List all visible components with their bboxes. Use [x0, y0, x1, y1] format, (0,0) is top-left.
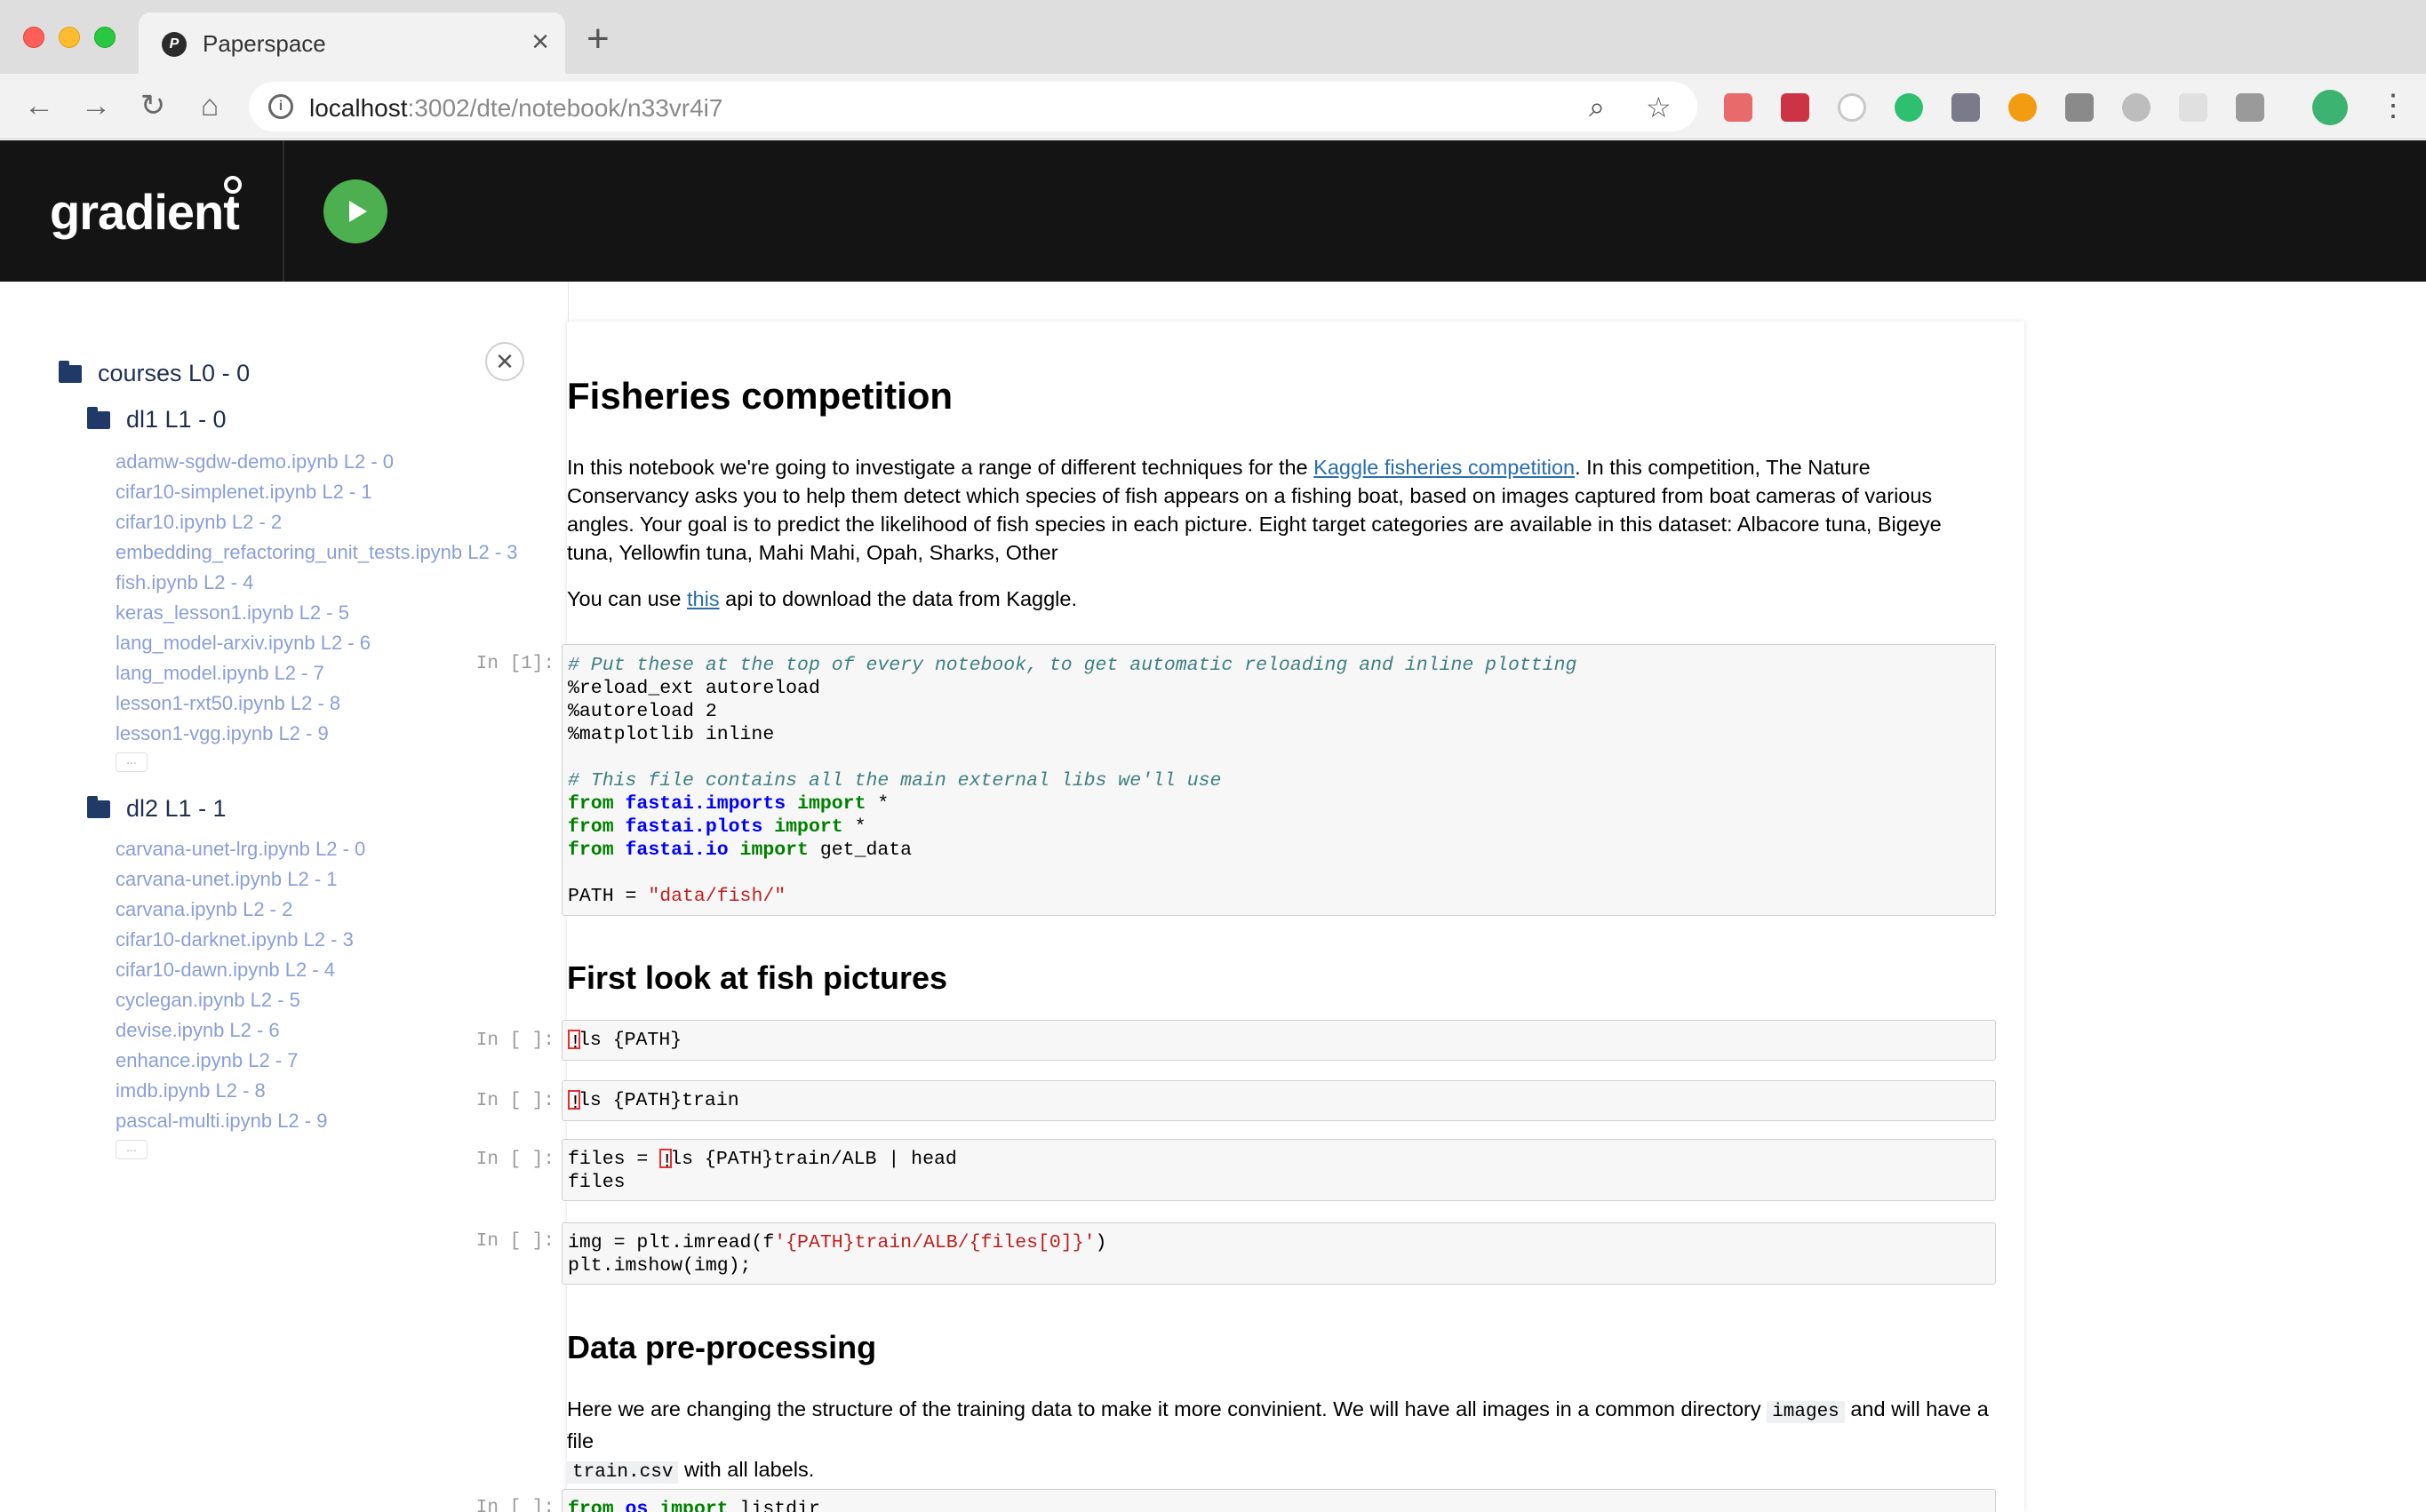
code-cell[interactable]: from os import listdir	[562, 1489, 1996, 1512]
prep-paragraph: Here we are changing the structure of th…	[567, 1397, 1989, 1484]
play-icon	[349, 201, 367, 222]
browser-menu-icon[interactable]: ⋮	[2378, 86, 2408, 125]
folder-dl1[interactable]: dl1 L1 - 0	[87, 406, 227, 434]
cell-prompt: In [ ]:	[475, 1231, 555, 1252]
bookmark-star-icon[interactable]: ☆	[1646, 91, 1672, 124]
site-info-icon[interactable]: i	[268, 94, 293, 119]
app-header: gradient	[0, 140, 2426, 282]
tab-close-icon[interactable]: ×	[531, 27, 549, 57]
file-item[interactable]: cifar10-dawn.ipynb L2 - 4	[116, 955, 365, 985]
extension-icon[interactable]	[1895, 93, 1923, 122]
zoom-icon[interactable]: ⌕	[1589, 91, 1605, 124]
folder-dl2[interactable]: dl2 L1 - 1	[87, 795, 227, 823]
code-cell[interactable]: !ls {PATH}	[562, 1020, 1996, 1061]
file-item[interactable]: imdb.ipynb L2 - 8	[116, 1076, 365, 1106]
extension-icon[interactable]	[1781, 93, 1809, 122]
address-bar[interactable]: i localhost:3002/dte/notebook/n33vr4i7 ⌕…	[249, 82, 1697, 131]
inline-code: train.csv	[567, 1461, 679, 1484]
reload-icon[interactable]: ↻	[133, 86, 172, 125]
profile-avatar[interactable]	[2312, 90, 2348, 125]
folder-label: dl1 L1 - 0	[126, 406, 227, 433]
inline-code: images	[1767, 1401, 1845, 1423]
url-text[interactable]: localhost:3002/dte/notebook/n33vr4i7	[309, 94, 722, 123]
file-item[interactable]: cyclegan.ipynb L2 - 5	[116, 985, 365, 1015]
file-item[interactable]: carvana.ipynb L2 - 2	[116, 895, 365, 925]
close-sidebar-icon[interactable]: ✕	[485, 342, 524, 381]
extension-icon[interactable]	[1951, 93, 1980, 122]
show-more-button[interactable]: ...	[116, 1140, 148, 1159]
file-item[interactable]: cifar10-darknet.ipynb L2 - 3	[116, 925, 365, 955]
code-cell[interactable]: files = !ls {PATH}train/ALB | head files	[562, 1139, 1996, 1201]
extension-icon[interactable]	[2065, 93, 2094, 122]
intro-paragraph: In this notebook we're going to investig…	[567, 456, 1942, 564]
file-item[interactable]: fish.ipynb L2 - 4	[116, 568, 518, 598]
folder-icon	[87, 406, 110, 429]
cell-prompt: In [ ]:	[475, 1091, 555, 1111]
kaggle-link[interactable]: Kaggle fisheries competition	[1313, 456, 1575, 479]
code-cell[interactable]: !ls {PATH}train	[562, 1080, 1996, 1121]
cell-prompt: In [ ]:	[475, 1498, 555, 1512]
api-link[interactable]: this	[687, 587, 720, 610]
run-button[interactable]	[323, 179, 387, 243]
file-item[interactable]: devise.ipynb L2 - 6	[116, 1015, 365, 1046]
show-more-button[interactable]: ...	[116, 752, 148, 772]
section-heading: Data pre-processing	[567, 1329, 877, 1365]
cell-prompt: In [ ]:	[475, 1150, 555, 1170]
folder-label: dl2 L1 - 1	[126, 795, 227, 822]
extension-icon[interactable]	[1838, 93, 1866, 122]
forward-icon[interactable]: →	[76, 86, 116, 125]
window-minimize-button[interactable]	[59, 27, 80, 48]
code-cell[interactable]: # Put these at the top of every notebook…	[562, 644, 1996, 916]
code-cell[interactable]: img = plt.imread(f'{PATH}train/ALB/{file…	[562, 1222, 1996, 1285]
cell-prompt: In [1]:	[475, 654, 555, 674]
dl2-file-list: carvana-unet-lrg.ipynb L2 - 0 carvana-un…	[116, 834, 365, 1159]
gradient-logo[interactable]: gradient	[50, 183, 240, 241]
folder-icon	[59, 360, 82, 383]
header-divider	[283, 140, 284, 282]
file-item[interactable]: enhance.ipynb L2 - 7	[116, 1046, 365, 1076]
file-item[interactable]: carvana-unet.ipynb L2 - 1	[116, 864, 365, 895]
extension-icon[interactable]	[2122, 93, 2151, 122]
browser-toolbar: ← → ↻ ⌂ i localhost:3002/dte/notebook/n3…	[0, 74, 2426, 139]
window-maximize-button[interactable]	[94, 27, 116, 48]
folder-courses[interactable]: courses L0 - 0	[59, 360, 250, 387]
browser-tabstrip: P Paperspace × +	[0, 0, 2426, 74]
window-close-button[interactable]	[23, 27, 44, 48]
api-paragraph: You can use this api to download the dat…	[567, 587, 1077, 610]
browser-tab[interactable]: P Paperspace ×	[139, 12, 565, 74]
back-icon[interactable]: ←	[20, 86, 59, 125]
extension-icon[interactable]	[2236, 93, 2264, 122]
new-tab-icon[interactable]: +	[587, 20, 610, 59]
paperspace-favicon-icon: P	[162, 32, 187, 57]
extension-icon[interactable]	[2179, 93, 2207, 122]
folder-label: courses L0 - 0	[98, 360, 251, 386]
notebook-title: Fisheries competition	[567, 375, 954, 417]
section-heading: First look at fish pictures	[567, 959, 948, 996]
folder-icon	[87, 795, 110, 818]
file-item[interactable]: pascal-multi.ipynb L2 - 9	[116, 1106, 365, 1136]
file-item[interactable]: keras_lesson1.ipynb L2 - 5	[116, 598, 518, 628]
tab-title: Paperspace	[203, 30, 326, 57]
dl1-file-list: adamw-sgdw-demo.ipynb L2 - 0 cifar10-sim…	[116, 447, 518, 772]
file-item[interactable]: lesson1-rxt50.ipynb L2 - 8	[116, 688, 518, 719]
file-item[interactable]: cifar10-simplenet.ipynb L2 - 1	[116, 477, 518, 507]
home-icon[interactable]: ⌂	[190, 86, 229, 125]
logo-dot-icon	[224, 176, 242, 194]
file-item[interactable]: lang_model.ipynb L2 - 7	[116, 658, 518, 688]
file-item[interactable]: cifar10.ipynb L2 - 2	[116, 507, 518, 537]
file-item[interactable]: embedding_refactoring_unit_tests.ipynb L…	[116, 537, 518, 568]
extension-icon[interactable]	[1724, 93, 1752, 122]
file-item[interactable]: lesson1-vgg.ipynb L2 - 9	[116, 719, 518, 749]
file-item[interactable]: lang_model-arxiv.ipynb L2 - 6	[116, 628, 518, 658]
file-tree-sidebar: ✕ courses L0 - 0 dl1 L1 - 0 adamw-sgdw-d…	[0, 282, 569, 1512]
file-item[interactable]: carvana-unet-lrg.ipynb L2 - 0	[116, 834, 365, 864]
extension-icon[interactable]	[2008, 93, 2037, 122]
cell-prompt: In [ ]:	[475, 1031, 555, 1051]
file-item[interactable]: adamw-sgdw-demo.ipynb L2 - 0	[116, 447, 518, 477]
